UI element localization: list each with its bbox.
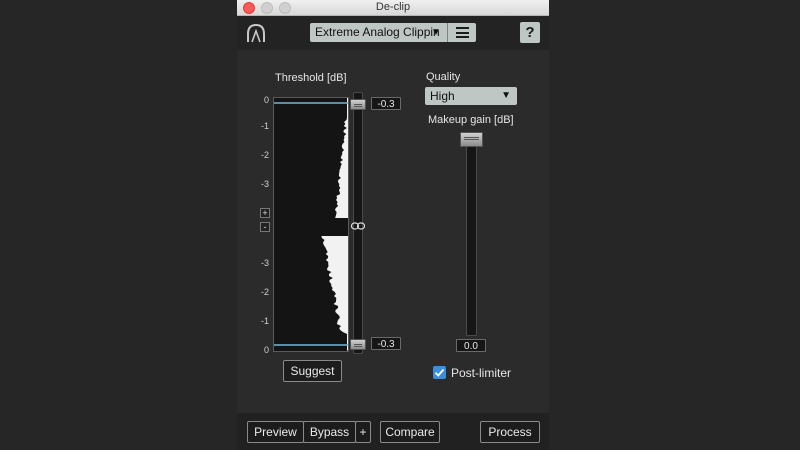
title-bar: De-clip <box>237 0 549 16</box>
tick-top-3: -3 <box>260 179 269 189</box>
quality-selected: High <box>430 89 455 103</box>
threshold-bottom-value[interactable]: -0.3 <box>371 337 401 350</box>
post-limiter-checkbox[interactable] <box>433 366 446 379</box>
help-button[interactable]: ? <box>520 22 540 43</box>
waveform-bottom-white <box>321 236 348 351</box>
preview-button[interactable]: Preview <box>247 421 304 443</box>
tick-top-0: 0 <box>263 95 269 105</box>
waveform-svg <box>274 98 348 351</box>
threshold-bottom-handle[interactable] <box>350 339 366 350</box>
threshold-slider-track[interactable] <box>350 92 366 354</box>
checkmark-icon <box>434 368 445 377</box>
threshold-top-handle[interactable] <box>350 99 366 110</box>
bypass-plus-button[interactable]: + <box>355 421 371 443</box>
process-button[interactable]: Process <box>480 421 540 443</box>
tick-bottom-3: -3 <box>260 258 269 268</box>
post-limiter-label: Post-limiter <box>451 366 512 380</box>
footer-bar: Preview Bypass + Compare Process <box>237 413 549 450</box>
chevron-down-icon: ▼ <box>501 90 511 101</box>
suggest-button[interactable]: Suggest <box>283 360 342 382</box>
link-chain-icon[interactable] <box>350 217 366 230</box>
waveform-top-white <box>335 98 348 218</box>
compare-button[interactable]: Compare <box>380 421 440 443</box>
chevron-down-icon: ▼ <box>431 27 441 38</box>
threshold-label: Threshold [dB] <box>275 72 347 84</box>
makeup-gain-label: Makeup gain [dB] <box>428 114 514 126</box>
makeup-gain-value[interactable]: 0.0 <box>456 339 486 352</box>
tick-bottom-0: 0 <box>263 345 269 355</box>
hamburger-menu-icon[interactable] <box>447 23 476 42</box>
zoom-in-button[interactable]: + <box>260 208 270 218</box>
tick-top-2: -2 <box>260 150 269 160</box>
bypass-button[interactable]: Bypass <box>303 421 356 443</box>
quality-dropdown[interactable]: High ▼ <box>425 87 517 105</box>
tick-bottom-1: -1 <box>260 316 269 326</box>
makeup-gain-handle[interactable] <box>460 132 483 147</box>
plugin-header: Extreme Analog Clippin ▼ ? <box>237 16 549 50</box>
threshold-top-value[interactable]: -0.3 <box>371 97 401 110</box>
declip-window: De-clip Extreme Analog Clippin ▼ ? Thres… <box>237 0 549 450</box>
waveform-meter <box>273 97 349 352</box>
window-title: De-clip <box>375 1 411 13</box>
zoom-out-button[interactable]: - <box>260 222 270 232</box>
tick-bottom-2: -2 <box>260 287 269 297</box>
preset-dropdown[interactable]: Extreme Analog Clippin ▼ <box>310 23 476 42</box>
tick-top-1: -1 <box>260 121 269 131</box>
quality-label: Quality <box>426 71 461 83</box>
preset-name: Extreme Analog Clippin <box>315 25 440 39</box>
makeup-gain-slider-track[interactable] <box>460 132 483 336</box>
izotope-arch-icon <box>245 22 267 44</box>
